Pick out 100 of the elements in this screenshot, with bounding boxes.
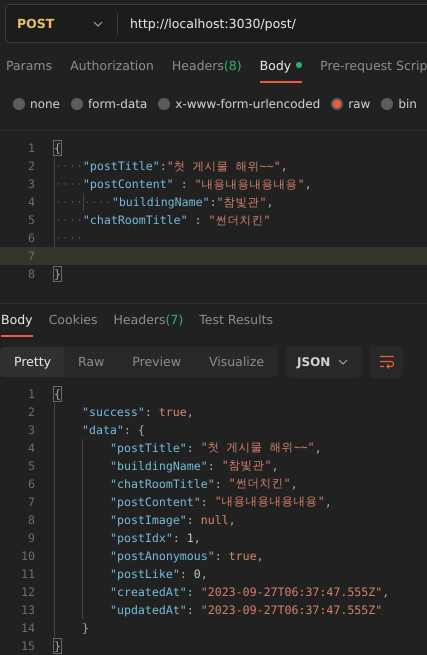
json-string: "내용내용내용내용" [214,494,325,510]
json-string: "2023-09-27T06:37:47.555Z" [200,602,382,617]
line-number: 4 [27,440,35,455]
json-literal: null [200,512,229,527]
json-key: "postIdx" [110,530,173,545]
json-punctuation: : [186,440,195,455]
view-mode-tab[interactable]: Raw [64,346,118,377]
whitespace-marks: ···· [54,211,83,230]
json-key: "data" [82,422,124,437]
json-key: "postLike" [110,566,180,581]
body-type-radio[interactable]: bin [381,96,417,111]
json-punctuation: : [160,159,167,174]
json-punctuation: , [256,548,264,563]
json-punctuation: : { [124,422,145,437]
wrap-lines-button[interactable] [370,346,403,378]
json-punctuation: : [172,530,181,545]
line-number: 5 [27,213,35,228]
json-punctuation: , [324,494,332,509]
line-number: 7 [27,494,35,509]
whitespace-marks: ···· [54,175,83,194]
json-punctuation: , [304,177,312,192]
json-bracket: } [54,638,61,653]
json-key: "postTitle" [110,440,187,455]
json-string: "2023-09-27T06:37:47.555Z" [200,584,382,599]
view-mode-tab[interactable]: Visualize [194,346,278,377]
line-number: 9 [27,530,35,545]
format-dropdown[interactable]: JSON [286,346,362,378]
json-punctuation: : [210,195,217,210]
json-punctuation: : [214,476,223,491]
wrap-lines-icon [378,354,394,369]
json-punctuation: , [200,566,208,581]
request-tab[interactable]: Params [6,58,52,83]
json-key: "buildingName" [112,195,210,210]
line-number: 10 [20,548,35,563]
request-tab[interactable]: Pre-request Scrip [320,58,427,83]
chevron-down-icon [338,358,348,365]
json-key: "postAnonymous" [110,548,215,563]
url-field[interactable]: http://localhost:3030/post/ [118,4,427,44]
response-tab[interactable]: Body [1,312,33,337]
json-key: "chatRoomTitle" [110,476,215,491]
body-type-radio[interactable]: form-data [70,96,148,111]
line-number: 3 [27,422,35,437]
json-key: "buildingName" [110,458,208,473]
line-number: 13 [20,602,35,617]
json-punctuation: : [180,177,189,192]
response-tab[interactable]: Test Results [199,312,273,337]
json-string: "첫 게시물 해위~~" [166,158,281,174]
json-punctuation: : [186,584,195,599]
response-tab[interactable]: Headers(7) [114,312,184,337]
json-string: "첫 게시물 해위~~" [200,440,315,456]
json-punctuation: : [186,512,195,527]
json-string: "내용내용내용내용" [194,176,305,192]
json-punctuation: : [186,602,195,617]
json-key: "postContent" [110,494,201,509]
line-number: 1 [27,141,35,156]
json-punctuation: , [382,584,390,599]
json-literal: true [228,548,257,563]
response-tab[interactable]: Cookies [48,312,98,337]
json-key: "createdAt" [110,584,187,599]
line-number: 15 [20,638,35,653]
line-number: 2 [27,404,35,419]
json-string: "참빛관" [222,458,272,474]
json-punctuation: } [82,620,89,635]
json-punctuation: , [314,440,322,455]
line-number: 1 [27,386,35,401]
request-tab[interactable]: Authorization [70,58,154,83]
json-punctuation: , [228,512,236,527]
line-number: 5 [27,458,35,473]
line-number: 11 [20,566,35,581]
request-tab[interactable]: Headers(8) [172,58,242,83]
body-type-radio[interactable]: raw [331,96,370,111]
chevron-down-icon [93,20,103,27]
json-literal: true [158,404,187,419]
json-punctuation: : [180,566,188,581]
line-number: 7 [27,249,35,264]
method-dropdown[interactable]: POST [5,4,117,44]
line-number: 6 [27,476,35,491]
view-mode-tab[interactable]: Preview [118,346,195,377]
json-punctuation: , [290,476,298,491]
json-number: 1 [186,530,194,545]
json-punctuation: , [280,159,288,174]
line-number: 8 [27,267,35,282]
json-key: "chatRoomTitle" [82,213,188,228]
json-punctuation: : [200,494,209,509]
body-type-radio[interactable]: none [13,96,60,111]
whitespace-marks: ···· [54,157,83,176]
line-number: 2 [27,159,35,174]
json-punctuation: , [194,530,201,545]
json-bracket: { [54,141,61,156]
json-string: "썬더치킨" [208,212,271,228]
json-punctuation: : [194,213,203,228]
line-number: 4 [27,195,35,210]
line-number: 6 [27,231,35,246]
request-tab[interactable]: Body [260,58,302,83]
whitespace-marks: ···· [82,193,112,212]
view-mode-tab[interactable]: Pretty [0,346,64,377]
line-number: 14 [20,620,35,635]
json-bracket: { [54,386,61,401]
line-number: 12 [20,584,35,599]
body-type-radio[interactable]: x-www-form-urlencoded [158,96,320,111]
